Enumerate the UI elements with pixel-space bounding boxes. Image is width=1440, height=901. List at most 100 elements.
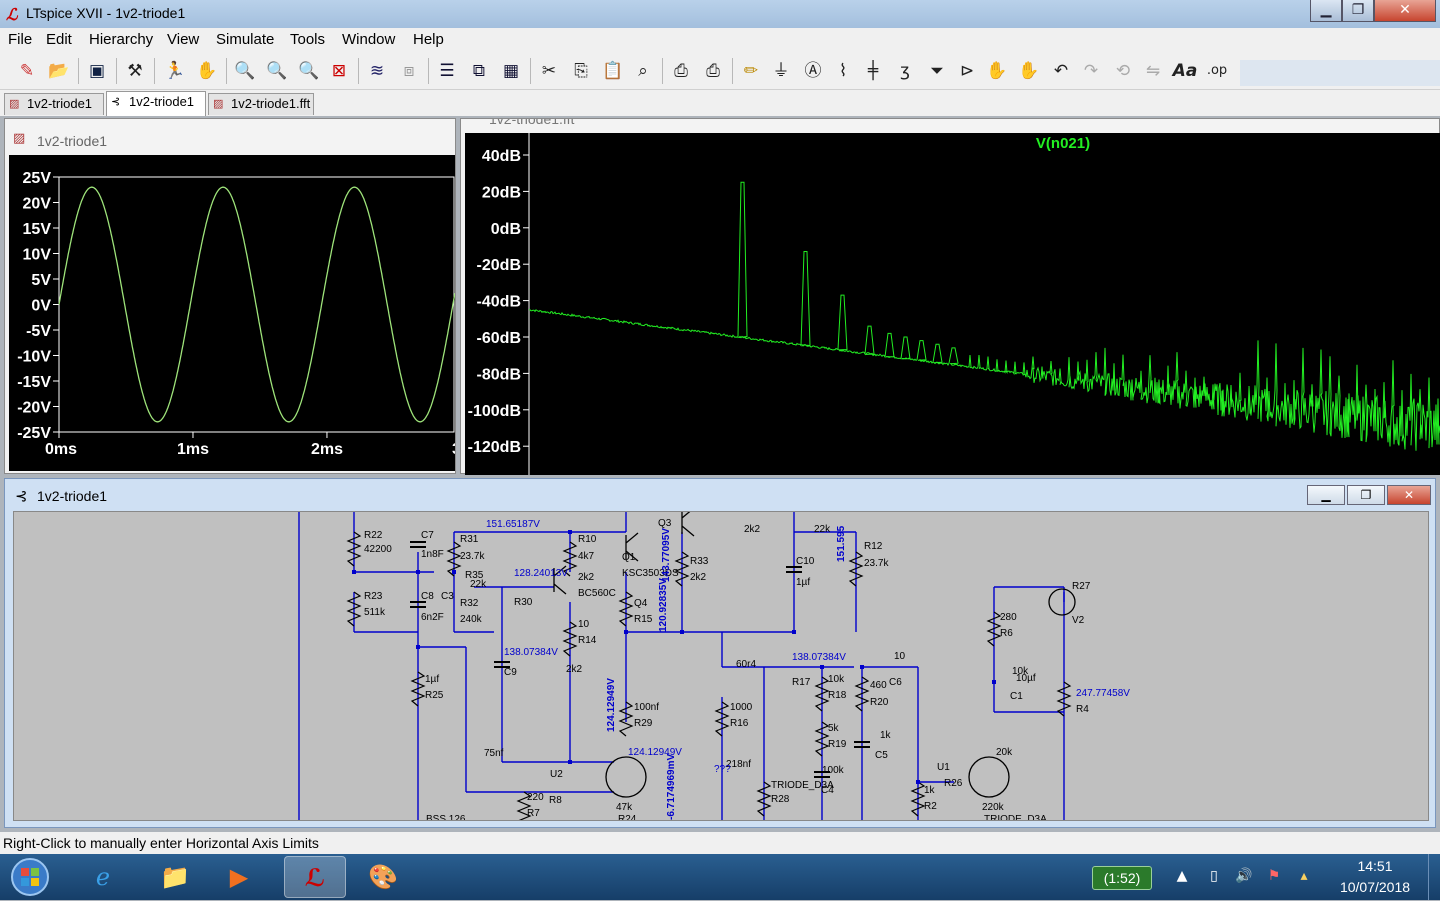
find-icon[interactable]: ⌕ [630, 58, 656, 84]
mirror-icon[interactable]: ⇋ [1140, 58, 1166, 84]
schematic-window: ⊰ 1v2-triode1 ▁ ❐ ✕ R22 42200 C7 1n8F R31 23.… [4, 478, 1436, 828]
move-icon[interactable]: ✋ [984, 58, 1010, 84]
tab-schematic[interactable]: ⊰ 1v2-triode1 [106, 91, 206, 116]
tab-label: 1v2-triode1 [27, 96, 93, 111]
maximize-button[interactable]: ❐ [1342, 0, 1374, 22]
network-icon[interactable]: ▴ [1294, 866, 1314, 886]
print-icon[interactable]: ⎙ [668, 58, 694, 84]
component-ref-label: R27 [1072, 581, 1091, 592]
component-icon[interactable]: ⊳ [954, 58, 980, 84]
control-panel-icon[interactable]: ⚒ [122, 58, 148, 84]
internet-explorer-icon[interactable]: ℯ [72, 856, 134, 898]
component-ref-label: R14 [578, 635, 597, 646]
menu-window[interactable]: Window [342, 31, 395, 48]
net-voltage-label: 138.07384V [792, 652, 846, 663]
fft-plot-window: 1v2-triode1.fft 40dB 20dB 0dB -20dB -40dB -60… [460, 118, 1440, 475]
zoom-extents-icon[interactable]: 🔍 [264, 58, 290, 84]
schematic-drawing[interactable]: R22 42200 C7 1n8F R31 23.7k 151.65187V Q3 2k2 22k… [14, 512, 1429, 821]
menu-tools[interactable]: Tools [290, 31, 325, 48]
menu-hierarchy[interactable]: Hierarchy [89, 31, 153, 48]
drag-icon[interactable]: ✋ [1016, 58, 1042, 84]
open-icon[interactable]: 📂 [46, 58, 72, 84]
tab-fft[interactable]: ▨ 1v2-triode1.fft [208, 93, 314, 115]
component-ref-label: R2 [924, 801, 937, 812]
tile-horizontal-icon[interactable]: ☰ [434, 58, 460, 84]
paste-icon[interactable]: 📋 [600, 58, 626, 84]
schematic-maximize-button[interactable]: ❐ [1347, 485, 1385, 505]
time-plot-title: 1v2-triode1 [37, 133, 108, 149]
schematic-close-button[interactable]: ✕ [1387, 485, 1431, 505]
ltspice-logo-icon: ℒ [6, 7, 18, 24]
menu-simulate[interactable]: Simulate [216, 31, 274, 48]
text-icon[interactable]: Aa [1172, 58, 1198, 84]
show-hidden-icons-icon[interactable]: ▲ [1172, 866, 1192, 886]
redo-icon[interactable]: ↷ [1078, 58, 1104, 84]
minimize-button[interactable]: ▁ [1310, 0, 1342, 22]
zoom-out-icon[interactable]: 🔍 [296, 58, 322, 84]
undo-icon[interactable]: ↶ [1048, 58, 1074, 84]
clock-date[interactable]: 10/07/2018 [1330, 879, 1420, 895]
tile-vertical-icon[interactable]: ▦ [498, 58, 524, 84]
component-ref-label: R5 [14, 512, 27, 515]
new-schematic-icon[interactable]: ✎ [14, 58, 40, 84]
junction-dot [416, 645, 420, 649]
media-player-icon[interactable]: ▶ [208, 856, 270, 898]
time-plot-svg[interactable]: 25V 20V 15V 10V 5V 0V -5V -10V -15V -20V -25V0ms 1m… [9, 155, 462, 471]
copy-icon[interactable]: ⎘ [568, 58, 594, 84]
menu-help[interactable]: Help [413, 31, 444, 48]
close-button[interactable]: ✕ [1374, 0, 1436, 22]
capacitor-icon[interactable]: ╪ [860, 58, 886, 84]
clock-time[interactable]: 14:51 [1345, 858, 1405, 874]
file-explorer-icon[interactable]: 📁 [144, 856, 206, 898]
cut-icon[interactable]: ✂ [536, 58, 562, 84]
menu-file[interactable]: File [8, 31, 32, 48]
y-tick-label: 0dB [491, 221, 521, 238]
waveform-icon: ▨ [213, 97, 224, 110]
menu-edit[interactable]: Edit [46, 31, 72, 48]
diode-icon[interactable]: ⏷ [924, 58, 950, 84]
junction-dot [820, 665, 824, 669]
component-ref-label: R18 [828, 690, 847, 701]
save-icon[interactable]: ▣ [84, 58, 110, 84]
start-button[interactable] [4, 856, 56, 898]
component-ref-label: C1 [1010, 691, 1023, 702]
schematic-canvas[interactable]: R22 42200 C7 1n8F R31 23.7k 151.65187V Q3 2k2 22k… [13, 511, 1429, 821]
show-desktop-button[interactable] [1428, 854, 1440, 900]
schematic-minimize-button[interactable]: ▁ [1307, 485, 1345, 505]
battery-timer-badge[interactable]: (1:52) [1092, 866, 1152, 890]
ground-icon[interactable]: ⏚ [768, 58, 794, 84]
y-tick-label: -20V [17, 400, 51, 417]
fft-plot-svg[interactable]: 40dB 20dB 0dB -20dB -40dB -60dB -80dB -100dB -12… [465, 133, 1440, 475]
component-ref-label: C8 [421, 591, 434, 602]
rotate-icon[interactable]: ⟲ [1110, 58, 1136, 84]
waveform-icon: ▨ [13, 131, 26, 146]
run-icon[interactable]: 🏃 [162, 58, 188, 84]
zoom-in-icon[interactable]: 🔍 [232, 58, 258, 84]
component-value-label: BSS 126 [426, 814, 466, 821]
battery-icon[interactable]: ▯ [1204, 866, 1224, 886]
component-ref-label: R28 [771, 794, 790, 805]
ltspice-icon[interactable]: ℒ [284, 856, 346, 898]
spice-directive-icon[interactable]: .op [1204, 58, 1230, 84]
plot-settings-icon[interactable]: ⧈ [396, 58, 422, 84]
tab-waveform[interactable]: ▨ 1v2-triode1 [4, 93, 104, 115]
document-tabs: ▨ 1v2-triode1 ⊰ 1v2-triode1 ▨ 1v2-triode… [0, 90, 1440, 116]
autorange-icon[interactable]: ≋ [364, 58, 390, 84]
component-value-label: 1n8F [421, 549, 444, 560]
halt-icon[interactable]: ✋ [194, 58, 220, 84]
voltage-source-symbol [1048, 588, 1076, 616]
inductor-icon[interactable]: ʒ [892, 58, 918, 84]
menu-view[interactable]: View [167, 31, 199, 48]
volume-icon[interactable]: 🔊 [1234, 866, 1254, 886]
cascade-icon[interactable]: ⧉ [466, 58, 492, 84]
paint-icon[interactable]: 🎨 [352, 856, 414, 898]
zoom-cancel-icon[interactable]: ⊠ [326, 58, 352, 84]
time-plot-area[interactable]: 25V 20V 15V 10V 5V 0V -5V -10V -15V -20V -25V 0ms 1m… [9, 155, 462, 471]
draw-wire-icon[interactable]: ✏ [738, 58, 764, 84]
action-center-icon[interactable]: ⚑ [1264, 866, 1284, 886]
print-setup-icon[interactable]: ⎙ [700, 58, 726, 84]
fft-plot-area[interactable]: 40dB 20dB 0dB -20dB -40dB -60dB -80dB -100dB -12… [465, 133, 1440, 475]
label-net-icon[interactable]: Ⓐ [800, 58, 826, 84]
junction-dot [568, 530, 572, 534]
resistor-icon[interactable]: ⌇ [830, 58, 856, 84]
